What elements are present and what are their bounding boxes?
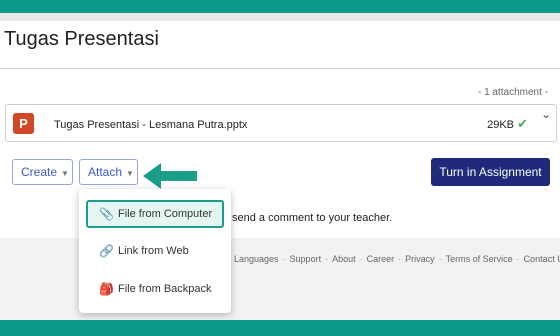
chevron-down-icon: ▼ xyxy=(61,169,69,178)
turn-in-assignment-button[interactable]: Turn in Assignment xyxy=(431,158,550,186)
comment-hint: send a comment to your teacher. xyxy=(232,212,393,224)
footer-link-privacy[interactable]: Privacy xyxy=(405,254,435,264)
menu-item-file-from-backpack[interactable]: 🎒 File from Backpack xyxy=(86,276,224,304)
backpack-icon: 🎒 xyxy=(99,282,114,296)
create-button[interactable]: Create ▼ xyxy=(12,159,73,185)
link-icon: 🔗 xyxy=(99,244,114,258)
menu-item-label: File from Computer xyxy=(118,208,213,220)
top-accent-bar xyxy=(0,0,560,13)
menu-item-label: File from Backpack xyxy=(118,283,212,295)
attachment-file-name[interactable]: Tugas Presentasi - Lesmana Putra.pptx xyxy=(54,119,247,131)
top-strip xyxy=(0,13,560,21)
attachment-card[interactable]: P Tugas Presentasi - Lesmana Putra.pptx … xyxy=(5,104,557,142)
attach-dropdown-menu: 📎 File from Computer 🔗 Link from Web 🎒 F… xyxy=(79,189,231,313)
paperclip-icon: 📎 xyxy=(99,207,114,221)
attach-button-label: Attach xyxy=(88,165,123,179)
footer-link-support[interactable]: Support xyxy=(290,254,322,264)
bottom-accent-bar xyxy=(0,320,560,336)
menu-item-label: Link from Web xyxy=(118,245,189,257)
footer-link-about[interactable]: About xyxy=(332,254,356,264)
arrow-left-icon xyxy=(143,163,197,189)
chevron-down-icon: ▼ xyxy=(126,169,134,178)
title-divider xyxy=(0,68,560,69)
attachment-count: - 1 attachment - xyxy=(477,87,548,98)
create-button-label: Create xyxy=(21,165,58,179)
check-icon: ✔ xyxy=(517,116,528,131)
menu-item-link-from-web[interactable]: 🔗 Link from Web xyxy=(86,238,224,266)
attach-button[interactable]: Attach ▼ xyxy=(79,159,138,185)
footer-link-contact[interactable]: Contact Us xyxy=(524,254,560,264)
footer-link-career[interactable]: Career xyxy=(367,254,395,264)
footer-link-terms[interactable]: Terms of Service xyxy=(446,254,513,264)
powerpoint-icon: P xyxy=(13,113,34,134)
footer-link-languages[interactable]: Languages xyxy=(234,254,279,264)
footer-links: Languages · Support · About · Career · Privacy · T… xyxy=(234,254,560,264)
attachment-file-size: 29KB xyxy=(487,119,514,131)
page-title: Tugas Presentasi xyxy=(4,28,159,50)
menu-item-file-from-computer[interactable]: 📎 File from Computer xyxy=(86,200,224,228)
chevron-down-icon[interactable]: ⌄ xyxy=(541,107,551,121)
